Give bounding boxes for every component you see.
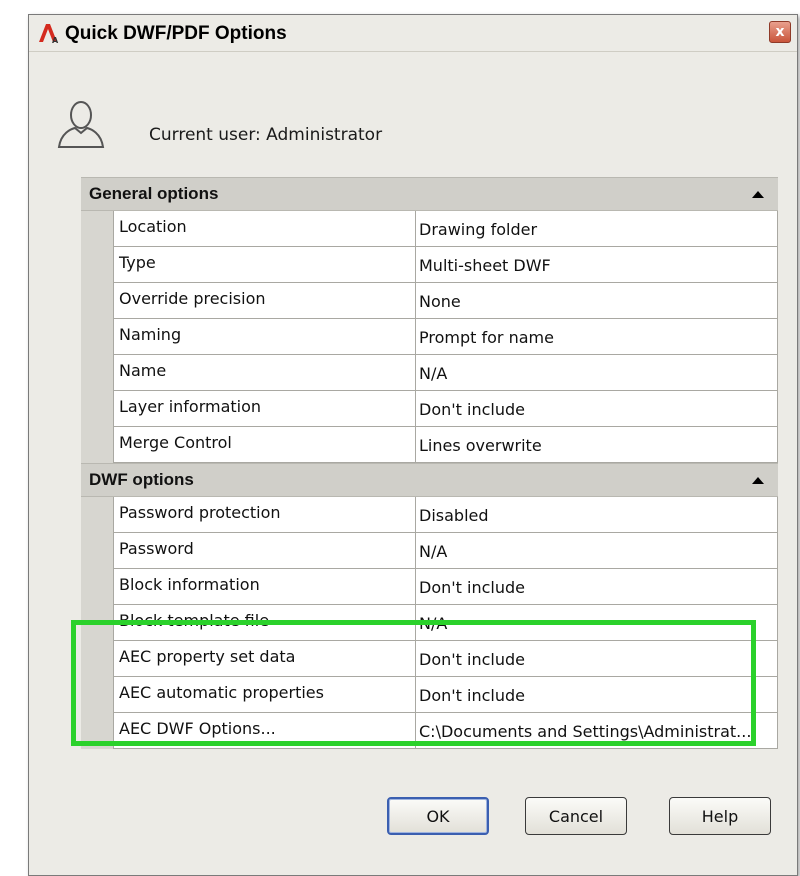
svg-text:A: A xyxy=(52,36,59,44)
help-button[interactable]: Help xyxy=(669,797,771,835)
collapse-up-arrow-icon[interactable] xyxy=(752,191,764,198)
property-value[interactable]: Don't include xyxy=(416,569,778,604)
ok-button[interactable]: OK xyxy=(387,797,489,835)
property-name: AEC DWF Options... xyxy=(114,713,416,748)
section-title: General options xyxy=(89,184,219,203)
property-row-password[interactable]: Password N/A xyxy=(114,533,778,569)
property-row-aec-property-set-data[interactable]: AEC property set data Don't include xyxy=(114,641,778,677)
property-name: AEC property set data xyxy=(114,641,416,676)
property-name: Type xyxy=(114,247,416,282)
property-value[interactable]: Lines overwrite xyxy=(416,427,778,462)
window-title: Quick DWF/PDF Options xyxy=(65,23,287,44)
property-row-block-template-file[interactable]: Block template file N/A xyxy=(114,605,778,641)
property-name: Block template file xyxy=(114,605,416,640)
property-value[interactable]: Don't include xyxy=(416,641,778,676)
property-row-naming[interactable]: Naming Prompt for name xyxy=(114,319,778,355)
property-value[interactable]: Prompt for name xyxy=(416,319,778,354)
cancel-button[interactable]: Cancel xyxy=(525,797,627,835)
section-title: DWF options xyxy=(89,470,194,489)
property-value[interactable]: Multi-sheet DWF xyxy=(416,247,778,282)
property-value[interactable]: Don't include xyxy=(416,391,778,426)
property-name: Layer information xyxy=(114,391,416,426)
collapse-up-arrow-icon[interactable] xyxy=(752,477,764,484)
current-user-label: Current user: Administrator xyxy=(149,125,383,145)
autocad-logo-icon: A xyxy=(39,24,59,44)
property-name: Password protection xyxy=(114,497,416,532)
title-bar: A Quick DWF/PDF Options x xyxy=(29,15,797,52)
general-options-header[interactable]: General options xyxy=(81,177,778,211)
property-value[interactable]: None xyxy=(416,283,778,318)
property-row-override-precision[interactable]: Override precision None xyxy=(114,283,778,319)
property-name: Password xyxy=(114,533,416,568)
property-value[interactable]: C:\Documents and Settings\Administrat... xyxy=(416,713,778,748)
user-silhouette-icon xyxy=(57,101,105,148)
property-value[interactable]: Disabled xyxy=(416,497,778,532)
options-property-grid: General options Location Drawing folder … xyxy=(81,177,778,749)
close-button[interactable]: x xyxy=(769,21,791,43)
property-name: Location xyxy=(114,211,416,246)
dwf-options-rows: Password protection Disabled Password N/… xyxy=(113,497,778,749)
property-row-aec-dwf-options[interactable]: AEC DWF Options... C:\Documents and Sett… xyxy=(114,713,778,749)
close-icon: x xyxy=(775,24,785,40)
property-value[interactable]: N/A xyxy=(416,533,778,568)
property-value[interactable]: N/A xyxy=(416,605,778,640)
property-value[interactable]: Drawing folder xyxy=(416,211,778,246)
property-row-password-protection[interactable]: Password protection Disabled xyxy=(114,497,778,533)
property-row-type[interactable]: Type Multi-sheet DWF xyxy=(114,247,778,283)
property-name: Name xyxy=(114,355,416,390)
property-name: Merge Control xyxy=(114,427,416,462)
property-name: Override precision xyxy=(114,283,416,318)
property-row-layer-information[interactable]: Layer information Don't include xyxy=(114,391,778,427)
property-value[interactable]: N/A xyxy=(416,355,778,390)
property-row-location[interactable]: Location Drawing folder xyxy=(114,211,778,247)
property-row-aec-automatic-properties[interactable]: AEC automatic properties Don't include xyxy=(114,677,778,713)
property-row-block-information[interactable]: Block information Don't include xyxy=(114,569,778,605)
property-row-name[interactable]: Name N/A xyxy=(114,355,778,391)
dwf-options-header[interactable]: DWF options xyxy=(81,463,778,497)
general-options-rows: Location Drawing folder Type Multi-sheet… xyxy=(113,211,778,463)
property-name: AEC automatic properties xyxy=(114,677,416,712)
property-name: Block information xyxy=(114,569,416,604)
property-value[interactable]: Don't include xyxy=(416,677,778,712)
property-row-merge-control[interactable]: Merge Control Lines overwrite xyxy=(114,427,778,463)
quick-dwf-pdf-options-dialog: A Quick DWF/PDF Options x Current user: … xyxy=(28,14,798,876)
property-name: Naming xyxy=(114,319,416,354)
